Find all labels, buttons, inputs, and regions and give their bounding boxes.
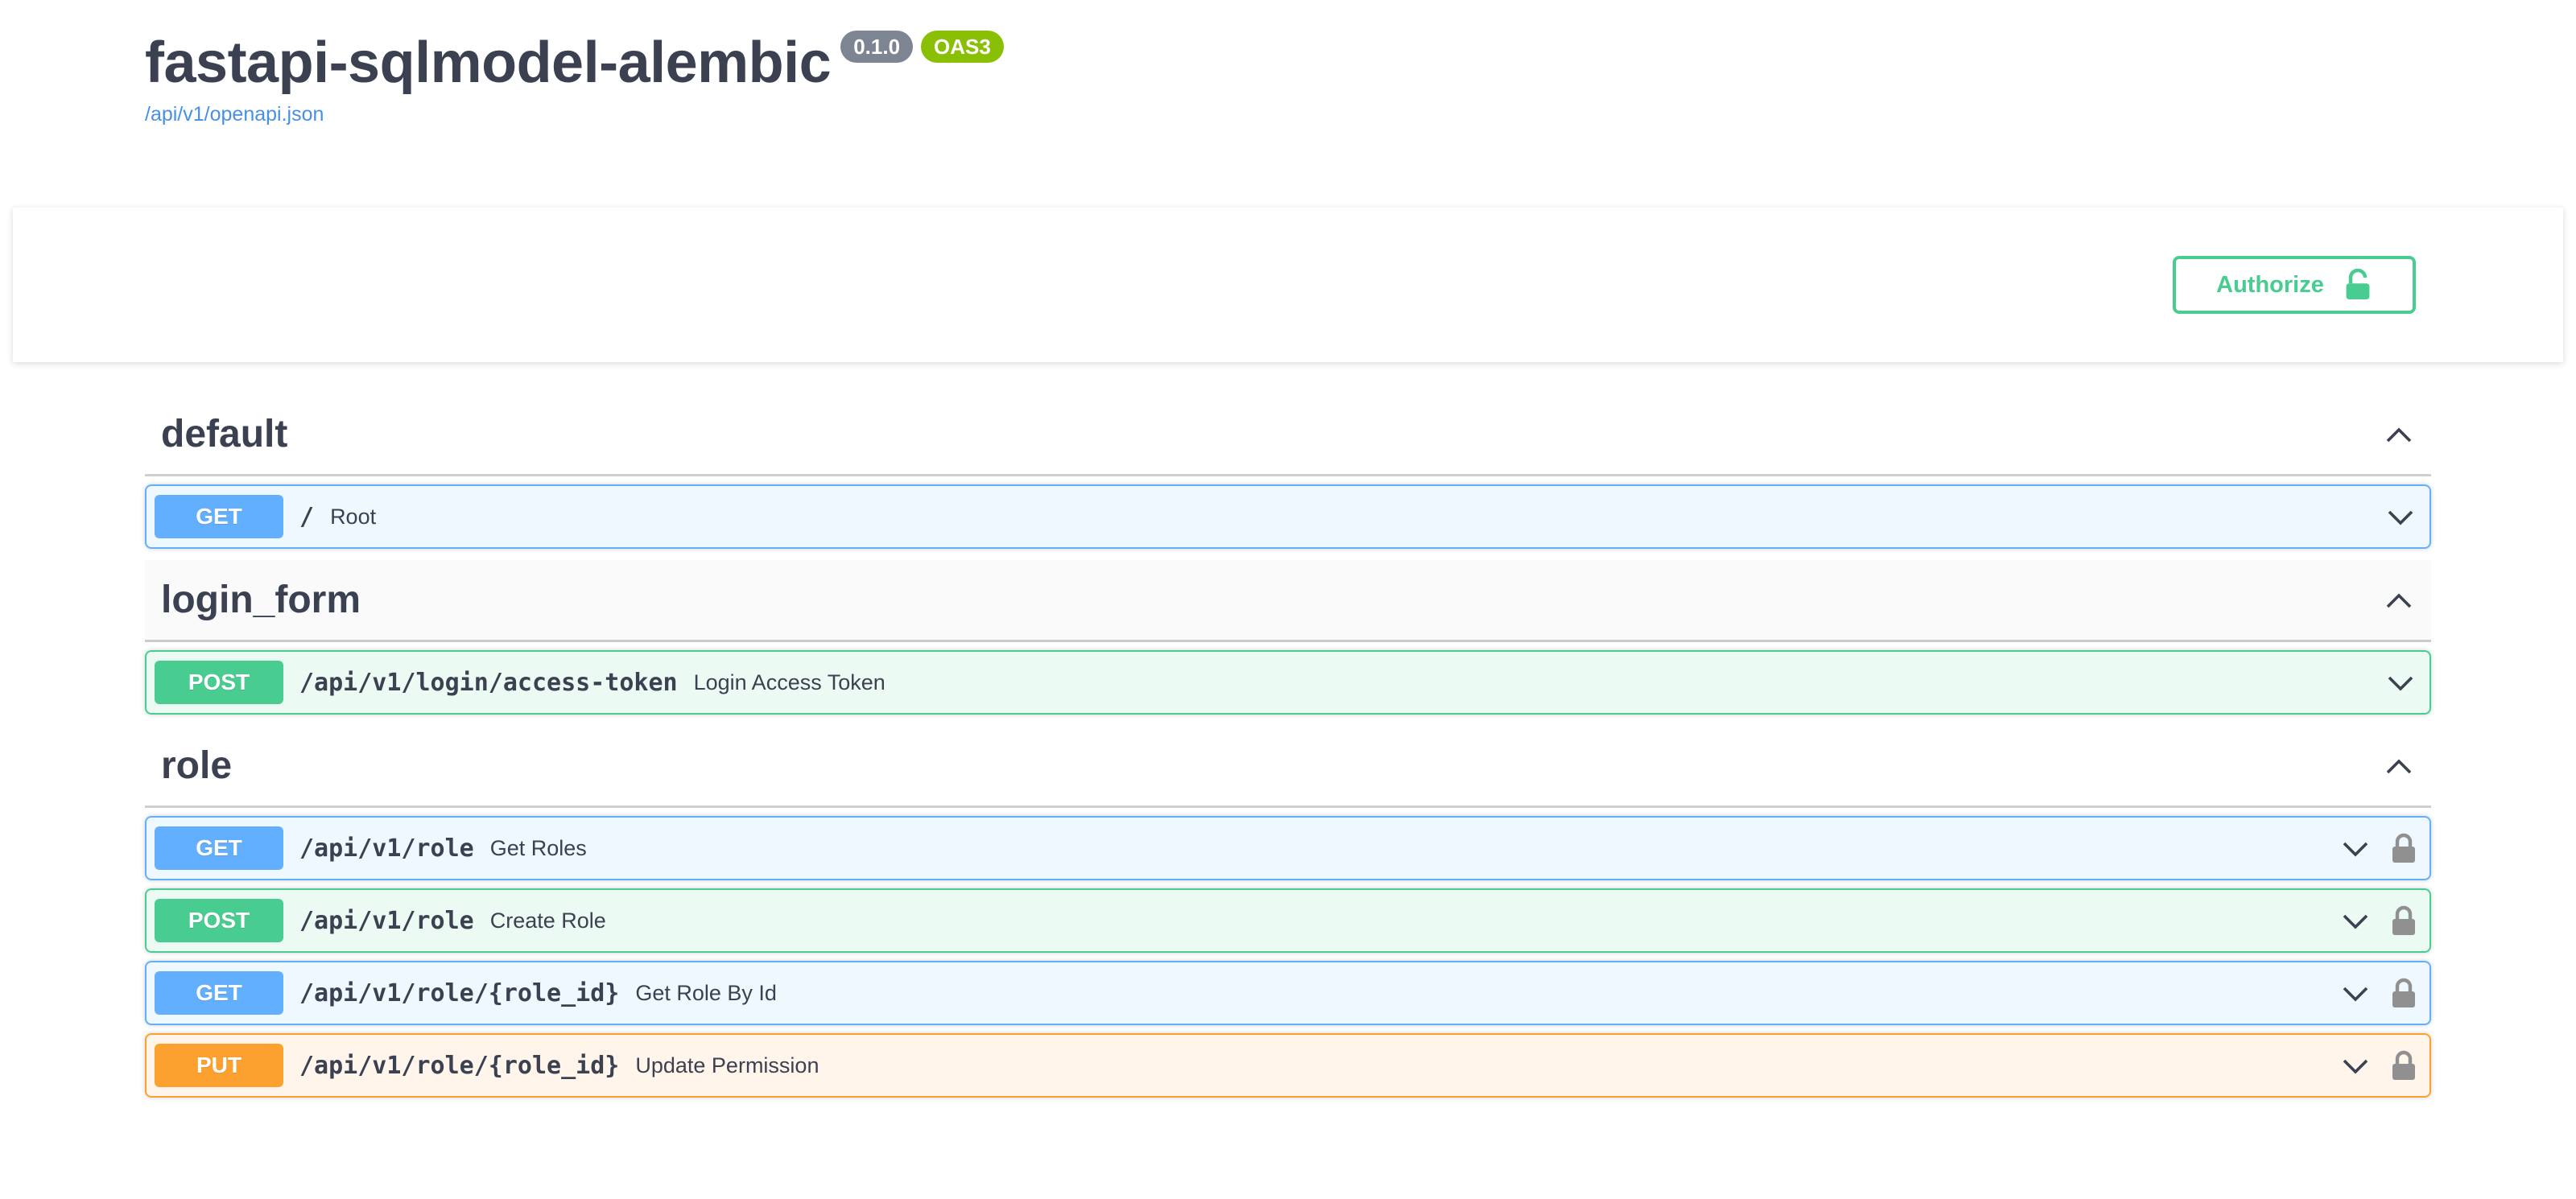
operation-path: /api/v1/role bbox=[299, 834, 474, 863]
api-title: fastapi-sqlmodel-alembic bbox=[145, 31, 832, 95]
operation-path: /api/v1/login/access-token bbox=[299, 668, 678, 697]
authorize-label: Authorize bbox=[2216, 271, 2324, 298]
openapi-spec-link[interactable]: /api/v1/openapi.json bbox=[145, 103, 1004, 126]
title-row: fastapi-sqlmodel-alembic 0.1.0 OAS3 bbox=[145, 24, 1004, 101]
tag-header-default[interactable]: default bbox=[145, 394, 2431, 476]
method-badge: POST bbox=[155, 899, 283, 942]
operation-controls bbox=[2339, 818, 2417, 879]
operation-path: /api/v1/role bbox=[299, 906, 474, 935]
tag-name: default bbox=[161, 413, 288, 455]
oas-badge: OAS3 bbox=[921, 31, 1004, 63]
tag-section-role: role GET/api/v1/role Get Roles POST/api/v1/… bbox=[145, 726, 2431, 1098]
authorize-button[interactable]: Authorize bbox=[2173, 256, 2416, 314]
operation-controls bbox=[2339, 890, 2417, 951]
tag-section-default: default GET / Root bbox=[145, 394, 2431, 549]
chevron-down-icon[interactable] bbox=[2384, 501, 2417, 533]
operation-put[interactable]: PUT/api/v1/role/{role_id} Update Permissi… bbox=[145, 1033, 2431, 1098]
operation-get[interactable]: GET/api/v1/role/{role_id} Get Role By Id bbox=[145, 961, 2431, 1025]
operation-get[interactable]: GET / Root bbox=[145, 484, 2431, 549]
scheme-container: Authorize bbox=[13, 208, 2563, 362]
operation-path: /api/v1/role/{role_id} bbox=[299, 1051, 620, 1080]
api-info: fastapi-sqlmodel-alembic 0.1.0 OAS3 /api… bbox=[145, 24, 1004, 126]
tag-name: role bbox=[161, 744, 233, 787]
operation-summary: Login Access Token bbox=[693, 670, 886, 694]
operation-summary: Root bbox=[330, 504, 377, 529]
operation-summary: Update Permission bbox=[635, 1053, 819, 1077]
method-badge: GET bbox=[155, 495, 283, 538]
chevron-up-icon[interactable] bbox=[2383, 418, 2415, 451]
operation-controls bbox=[2339, 1035, 2417, 1096]
method-badge: GET bbox=[155, 826, 283, 870]
operation-path: /api/v1/role/{role_id} bbox=[299, 979, 620, 1007]
chevron-down-icon[interactable] bbox=[2339, 977, 2372, 1009]
operations-wrapper: default GET / Root login_form POST/api/v1/log… bbox=[145, 394, 2431, 1109]
operation-post[interactable]: POST/api/v1/role Create Role bbox=[145, 888, 2431, 953]
tag-header-login_form[interactable]: login_form bbox=[145, 560, 2431, 642]
unlocked-icon bbox=[2346, 269, 2370, 299]
method-badge: GET bbox=[155, 971, 283, 1015]
operation-controls bbox=[2384, 652, 2417, 713]
tag-header-role[interactable]: role bbox=[145, 726, 2431, 808]
chevron-down-icon[interactable] bbox=[2339, 1049, 2372, 1082]
lock-icon[interactable] bbox=[2391, 1049, 2417, 1082]
operation-summary: Get Role By Id bbox=[635, 980, 777, 1005]
method-badge: PUT bbox=[155, 1044, 283, 1087]
chevron-up-icon[interactable] bbox=[2383, 584, 2415, 616]
method-badge: POST bbox=[155, 661, 283, 704]
version-badge: 0.1.0 bbox=[840, 31, 914, 63]
tag-section-login_form: login_form POST/api/v1/login/access-token… bbox=[145, 560, 2431, 715]
chevron-down-icon[interactable] bbox=[2339, 904, 2372, 937]
chevron-down-icon[interactable] bbox=[2384, 666, 2417, 698]
chevron-up-icon[interactable] bbox=[2383, 750, 2415, 782]
tag-name: login_form bbox=[161, 579, 361, 621]
operation-post[interactable]: POST/api/v1/login/access-token Login Acce… bbox=[145, 650, 2431, 715]
operation-summary: Get Roles bbox=[489, 835, 587, 860]
chevron-down-icon[interactable] bbox=[2339, 832, 2372, 864]
lock-icon[interactable] bbox=[2391, 977, 2417, 1009]
operation-summary: Create Role bbox=[489, 908, 606, 933]
lock-icon[interactable] bbox=[2391, 832, 2417, 864]
operation-get[interactable]: GET/api/v1/role Get Roles bbox=[145, 816, 2431, 880]
lock-icon[interactable] bbox=[2391, 904, 2417, 937]
operation-controls bbox=[2339, 962, 2417, 1024]
operation-controls bbox=[2384, 486, 2417, 547]
operation-path: / bbox=[299, 502, 315, 531]
